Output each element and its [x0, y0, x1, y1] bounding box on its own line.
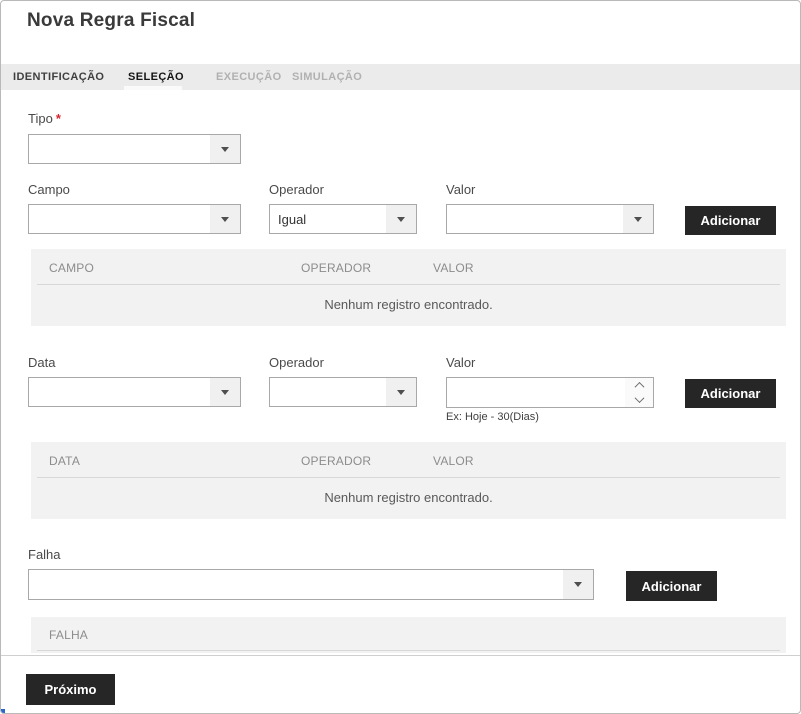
adicionar-falha-button[interactable]: Adicionar: [626, 571, 717, 601]
data-dropdown-button[interactable]: [210, 378, 240, 406]
tipo-input[interactable]: [29, 135, 210, 163]
column-header-campo: CAMPO: [49, 261, 94, 275]
tipo-combobox[interactable]: [28, 134, 241, 164]
tab-execucao[interactable]: EXECUÇÃO: [216, 64, 282, 90]
panel-bottom-border: [1, 655, 800, 656]
column-header-data: DATA: [49, 454, 80, 468]
column-header-falha: FALHA: [49, 628, 88, 642]
nova-regra-fiscal-panel: Nova Regra Fiscal IDENTIFICAÇÃO SELEÇÃO …: [0, 0, 801, 714]
valor-dropdown-button[interactable]: [623, 205, 653, 233]
tipo-dropdown-button[interactable]: [210, 135, 240, 163]
table-header-divider: [37, 477, 780, 478]
column-header-valor: VALOR: [433, 261, 474, 275]
column-header-operador: OPERADOR: [301, 454, 371, 468]
chevron-up-icon: [634, 382, 644, 392]
campo-dropdown-button[interactable]: [210, 205, 240, 233]
falha-combobox[interactable]: [28, 569, 594, 600]
chevron-down-icon: [634, 393, 644, 403]
valor-combobox[interactable]: [446, 204, 654, 234]
valor-label: Valor: [446, 182, 475, 197]
chevron-down-icon: [221, 147, 229, 152]
data-label: Data: [28, 355, 55, 370]
tab-bar: IDENTIFICAÇÃO SELEÇÃO EXECUÇÃO SIMULAÇÃO: [1, 64, 800, 90]
data-valor-numeric-input[interactable]: [446, 377, 654, 408]
chevron-down-icon: [221, 217, 229, 222]
cutoff-element-artifact: [1, 709, 5, 714]
campo-input[interactable]: [29, 205, 210, 233]
operador-combobox[interactable]: [269, 204, 417, 234]
data-combobox[interactable]: [28, 377, 241, 407]
table-header-divider: [37, 650, 780, 651]
column-header-valor: VALOR: [433, 454, 474, 468]
adicionar-campo-button[interactable]: Adicionar: [685, 206, 776, 235]
operador-label: Operador: [269, 182, 324, 197]
required-asterisk: *: [56, 111, 61, 126]
falha-input[interactable]: [29, 570, 563, 599]
data-operador-input[interactable]: [270, 378, 386, 406]
numeric-spinner: [625, 378, 653, 407]
campo-label: Campo: [28, 182, 70, 197]
tipo-label-text: Tipo: [28, 111, 53, 126]
data-operador-label: Operador: [269, 355, 324, 370]
active-tab-indicator: [124, 86, 182, 90]
chevron-down-icon: [574, 582, 582, 587]
falha-label: Falha: [28, 547, 61, 562]
adicionar-data-button[interactable]: Adicionar: [685, 379, 776, 408]
valor-input[interactable]: [447, 205, 623, 233]
data-operador-dropdown-button[interactable]: [386, 378, 416, 406]
tipo-label: Tipo*: [28, 111, 61, 126]
page-title: Nova Regra Fiscal: [27, 10, 195, 32]
chevron-down-icon: [397, 390, 405, 395]
falha-table: FALHA: [31, 617, 786, 653]
empty-table-message: Nenhum registro encontrado.: [31, 297, 786, 312]
chevron-down-icon: [397, 217, 405, 222]
spin-up-button[interactable]: [625, 378, 653, 393]
empty-table-message: Nenhum registro encontrado.: [31, 490, 786, 505]
data-valor-label: Valor: [446, 355, 475, 370]
chevron-down-icon: [634, 217, 642, 222]
operador-input[interactable]: [270, 205, 386, 233]
campo-conditions-table: CAMPO OPERADOR VALOR Nenhum registro enc…: [31, 249, 786, 326]
table-header-divider: [37, 284, 780, 285]
proximo-button[interactable]: Próximo: [26, 674, 115, 705]
chevron-down-icon: [221, 390, 229, 395]
tab-identificacao[interactable]: IDENTIFICAÇÃO: [13, 64, 104, 90]
operador-dropdown-button[interactable]: [386, 205, 416, 233]
column-header-operador: OPERADOR: [301, 261, 371, 275]
spin-down-button[interactable]: [625, 393, 653, 408]
data-valor-input[interactable]: [447, 378, 625, 407]
tab-simulacao[interactable]: SIMULAÇÃO: [292, 64, 362, 90]
falha-dropdown-button[interactable]: [563, 570, 593, 599]
campo-combobox[interactable]: [28, 204, 241, 234]
data-conditions-table: DATA OPERADOR VALOR Nenhum registro enco…: [31, 442, 786, 519]
data-valor-hint: Ex: Hoje - 30(Dias): [446, 411, 539, 423]
data-operador-combobox[interactable]: [269, 377, 417, 407]
data-input[interactable]: [29, 378, 210, 406]
